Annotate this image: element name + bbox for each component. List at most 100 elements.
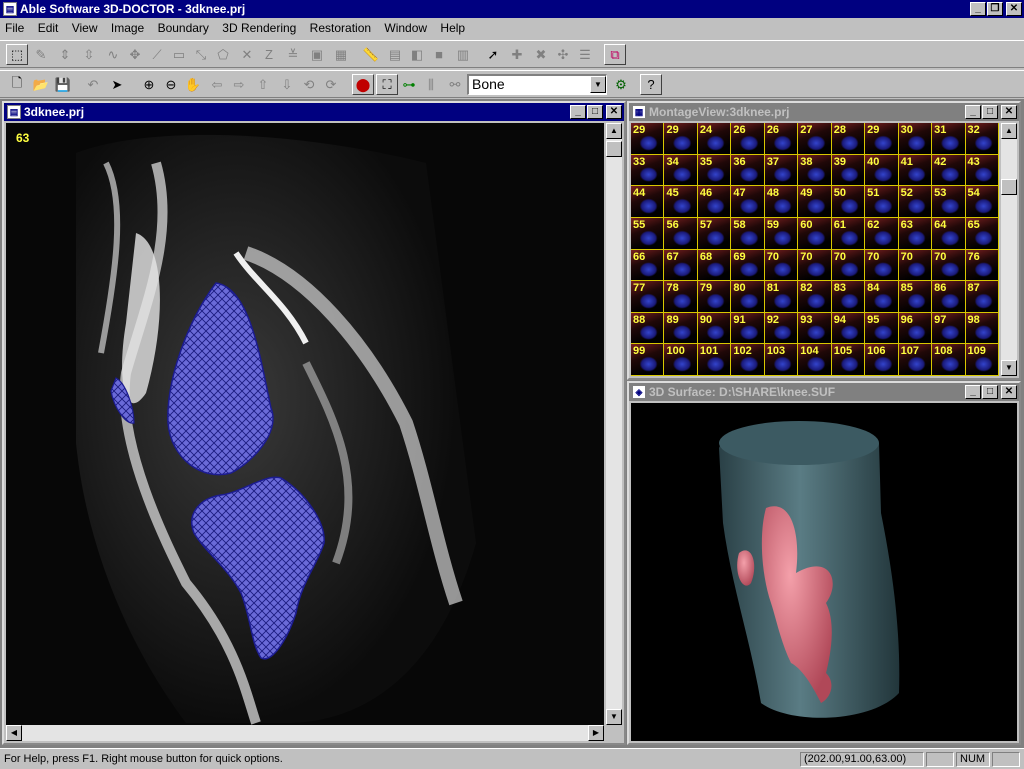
- image-vertical-scrollbar[interactable]: ▲ ▼: [606, 123, 622, 725]
- montage-slice-cell[interactable]: 98: [965, 312, 999, 345]
- montage-slice-cell[interactable]: 42: [932, 154, 966, 187]
- surface-render-viewport[interactable]: [631, 403, 1017, 741]
- curve-icon[interactable]: ∿: [102, 44, 124, 65]
- montage-slice-cell[interactable]: 28: [831, 123, 866, 155]
- montage-slice-cell[interactable]: 86: [932, 281, 966, 313]
- shrink-vertical-icon[interactable]: ⇳: [78, 44, 100, 65]
- arrow-up-icon[interactable]: ⇧: [252, 74, 274, 95]
- save-icon[interactable]: 💾: [52, 74, 74, 95]
- montage-slice-cell[interactable]: 58: [731, 217, 765, 250]
- montage-slice-cell[interactable]: 77: [631, 281, 665, 313]
- montage-slice-cell[interactable]: 91: [731, 312, 765, 345]
- copy-layer-icon[interactable]: ◧: [406, 44, 428, 65]
- montage-slice-cell[interactable]: 33: [631, 154, 665, 187]
- montage-slice-cell[interactable]: 105: [831, 344, 866, 376]
- menu-image[interactable]: Image: [106, 18, 149, 38]
- montage-slice-cell[interactable]: 29: [865, 123, 899, 155]
- crop-frame-icon[interactable]: ⛶: [376, 74, 398, 95]
- montage-slice-cell[interactable]: 70: [764, 249, 799, 282]
- table-icon[interactable]: ▥: [452, 44, 474, 65]
- montage-scroll-down-icon[interactable]: ▼: [1001, 360, 1017, 376]
- grid-frame-icon[interactable]: ▦: [330, 44, 352, 65]
- montage-slice-cell[interactable]: 80: [731, 281, 765, 313]
- montage-slice-cell[interactable]: 50: [831, 186, 866, 218]
- montage-slice-cell[interactable]: 41: [898, 154, 933, 187]
- montage-grid-viewport[interactable]: 29 29 24 26 26 27 28 29 30 31 32 33 34 35 36 37 38 39 40 41…: [631, 123, 999, 376]
- montage-slice-cell[interactable]: 56: [664, 217, 698, 250]
- montage-slice-cell[interactable]: 82: [798, 281, 832, 313]
- montage-slice-cell[interactable]: 107: [898, 344, 933, 376]
- montage-vertical-scrollbar[interactable]: ▲ ▼: [1001, 123, 1017, 376]
- montage-slice-cell[interactable]: 85: [898, 281, 933, 313]
- montage-slice-cell[interactable]: 100: [664, 344, 698, 376]
- montage-slice-cell[interactable]: 36: [731, 154, 765, 187]
- pan-hand-icon[interactable]: ✋: [182, 74, 204, 95]
- move-point-icon[interactable]: ✣: [552, 44, 574, 65]
- object-settings-icon[interactable]: ⚙: [610, 74, 632, 95]
- arrow-right-icon[interactable]: ⇨: [228, 74, 250, 95]
- menu-restoration[interactable]: Restoration: [305, 18, 376, 38]
- montage-slice-cell[interactable]: 49: [798, 186, 832, 218]
- chevron-down-icon[interactable]: ▼: [590, 76, 606, 93]
- vertical-scroll-thumb[interactable]: [606, 141, 622, 157]
- montage-slice-cell[interactable]: 89: [664, 312, 698, 345]
- montage-slice-cell[interactable]: 65: [965, 217, 999, 250]
- rectangle-icon[interactable]: ▭: [168, 44, 190, 65]
- montage-slice-cell[interactable]: 70: [898, 249, 933, 282]
- material-select[interactable]: Bone ▼: [467, 74, 607, 95]
- montage-slice-cell[interactable]: 44: [631, 186, 665, 218]
- scroll-up-icon[interactable]: ▲: [606, 123, 622, 139]
- pencil-trace-icon[interactable]: ✎: [30, 44, 52, 65]
- montage-slice-cell[interactable]: 31: [932, 123, 966, 155]
- menu-window[interactable]: Window: [379, 18, 432, 38]
- rotate-right-icon[interactable]: ⟳: [320, 74, 342, 95]
- montage-window-close-button[interactable]: ✕: [1001, 105, 1017, 119]
- montage-slice-cell[interactable]: 84: [865, 281, 899, 313]
- scroll-left-icon[interactable]: ◀: [6, 725, 22, 741]
- montage-scroll-up-icon[interactable]: ▲: [1001, 123, 1017, 139]
- menu-3d-rendering[interactable]: 3D Rendering: [217, 18, 301, 38]
- montage-slice-cell[interactable]: 83: [831, 281, 866, 313]
- arrow-left-icon[interactable]: ⇦: [206, 74, 228, 95]
- montage-slice-cell[interactable]: 39: [831, 154, 866, 187]
- montage-slice-cell[interactable]: 101: [697, 344, 732, 376]
- montage-slice-cell[interactable]: 47: [731, 186, 765, 218]
- montage-slice-cell[interactable]: 46: [697, 186, 732, 218]
- montage-slice-cell[interactable]: 48: [764, 186, 799, 218]
- image-window-icon[interactable]: ▤: [7, 105, 21, 119]
- menu-help[interactable]: Help: [435, 18, 470, 38]
- surface-window-close-button[interactable]: ✕: [1001, 385, 1017, 399]
- menu-edit[interactable]: Edit: [33, 18, 64, 38]
- montage-slice-cell[interactable]: 34: [664, 154, 698, 187]
- undo-icon[interactable]: ↶: [82, 74, 104, 95]
- resize-diagonal-icon[interactable]: ⤡: [190, 44, 212, 65]
- montage-slice-cell[interactable]: 79: [697, 281, 732, 313]
- bars-icon[interactable]: ⫼: [420, 74, 442, 95]
- montage-slice-cell[interactable]: 67: [664, 249, 698, 282]
- montage-scroll-thumb[interactable]: [1001, 179, 1017, 195]
- montage-slice-cell[interactable]: 97: [932, 312, 966, 345]
- scroll-right-icon[interactable]: ▶: [588, 725, 604, 741]
- montage-slice-cell[interactable]: 70: [865, 249, 899, 282]
- montage-slice-cell[interactable]: 94: [831, 312, 866, 345]
- restore-button[interactable]: ❐: [987, 2, 1003, 16]
- montage-slice-cell[interactable]: 68: [697, 249, 732, 282]
- image-window-minimize-button[interactable]: _: [570, 105, 586, 119]
- montage-slice-cell[interactable]: 99: [631, 344, 665, 376]
- montage-slice-cell[interactable]: 27: [798, 123, 832, 155]
- montage-slice-cell[interactable]: 63: [898, 217, 933, 250]
- pointer-icon[interactable]: ➚: [482, 44, 504, 65]
- polygon-icon[interactable]: ⬠: [212, 44, 234, 65]
- move-vertical-icon[interactable]: ⇕: [54, 44, 76, 65]
- montage-slice-cell[interactable]: 106: [865, 344, 899, 376]
- montage-slice-cell[interactable]: 102: [731, 344, 765, 376]
- image-window-maximize-button[interactable]: □: [587, 105, 603, 119]
- mri-slice-viewport[interactable]: 63: [6, 123, 604, 725]
- montage-slice-cell[interactable]: 26: [731, 123, 765, 155]
- montage-slice-cell[interactable]: 43: [965, 154, 999, 187]
- montage-slice-cell[interactable]: 29: [631, 123, 665, 155]
- app-document-icon[interactable]: ▤: [3, 2, 17, 16]
- montage-slice-cell[interactable]: 64: [932, 217, 966, 250]
- montage-slice-cell[interactable]: 109: [965, 344, 999, 376]
- layer-icon[interactable]: ▤: [384, 44, 406, 65]
